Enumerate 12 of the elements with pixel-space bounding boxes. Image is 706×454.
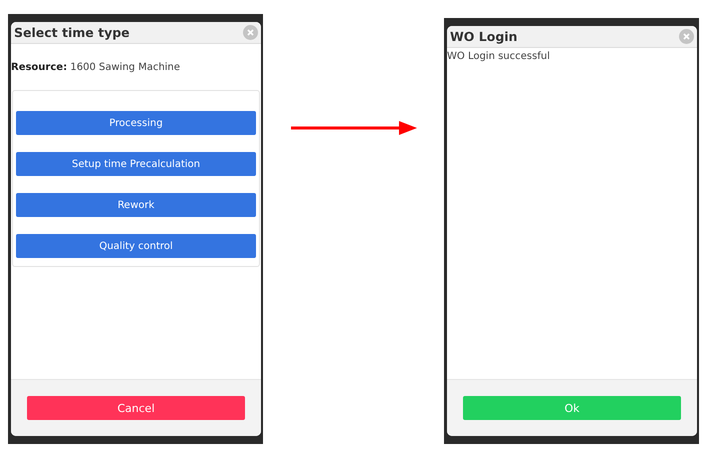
dialog-title: WO Login: [450, 29, 518, 44]
cancel-button[interactable]: Cancel: [27, 396, 245, 420]
time-type-button[interactable]: Rework: [16, 193, 256, 217]
resource-text: Resource: 1600 Sawing Machine: [11, 62, 182, 75]
message-text: WO Login successful: [447, 51, 551, 62]
time-type-button[interactable]: Setup time Precalculation: [16, 152, 256, 176]
arrow-icon: [291, 121, 417, 135]
close-icon[interactable]: [679, 29, 694, 44]
close-icon[interactable]: [243, 25, 258, 40]
time-type-button[interactable]: Quality control: [16, 234, 256, 258]
dialog-title: Select time type: [14, 25, 130, 40]
time-type-button[interactable]: Processing: [16, 111, 256, 135]
